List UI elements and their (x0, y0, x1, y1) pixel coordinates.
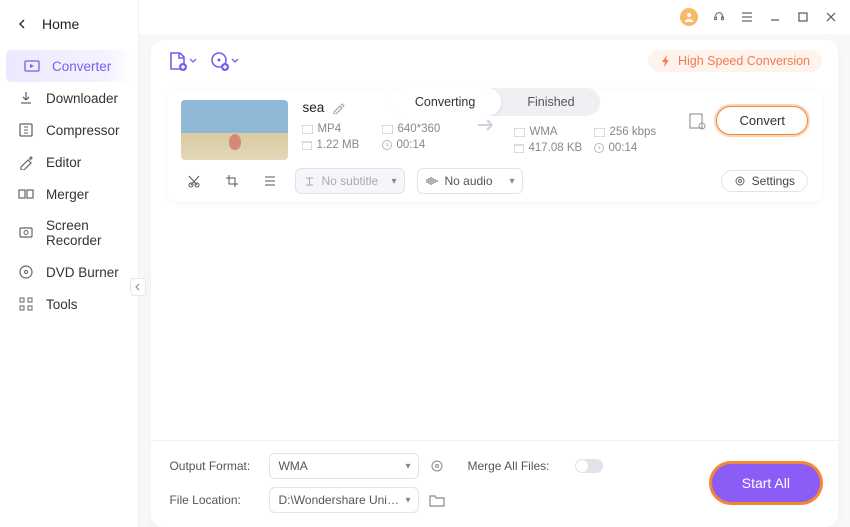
dst-duration: 00:14 (594, 142, 674, 154)
settings-button[interactable]: Settings (721, 170, 808, 192)
convert-button[interactable]: Convert (716, 106, 808, 135)
crop-button[interactable] (219, 170, 245, 192)
subtitle-icon (304, 176, 315, 187)
chevron-down-icon: ▾ (391, 176, 396, 187)
menu-icon[interactable] (740, 10, 754, 24)
sidebar-label: Tools (46, 297, 78, 312)
chevron-down-icon (189, 58, 197, 64)
maximize-button[interactable] (796, 10, 810, 24)
sidebar-item-downloader[interactable]: Downloader (0, 82, 138, 114)
downloader-icon (18, 90, 34, 106)
src-format: MP4 (302, 123, 372, 135)
compressor-icon (18, 122, 34, 138)
chevron-down-icon: ▾ (509, 176, 514, 187)
chevron-down-icon: ▾ (405, 495, 410, 506)
add-dvd-button[interactable] (209, 50, 239, 72)
chevron-left-icon (135, 283, 141, 291)
add-file-icon (167, 50, 189, 72)
minimize-button[interactable] (768, 10, 782, 24)
audio-select[interactable]: No audio ▾ (417, 168, 523, 194)
sidebar-label: Downloader (46, 91, 118, 106)
output-settings-button[interactable] (688, 112, 706, 130)
trim-button[interactable] (181, 170, 207, 192)
back-icon (18, 19, 28, 29)
lightning-icon (660, 55, 672, 67)
file-name: sea (302, 100, 324, 115)
dst-format: WMA (514, 126, 584, 138)
dvd-icon (18, 264, 34, 280)
sidebar-item-tools[interactable]: Tools (0, 288, 138, 320)
output-format-label: Output Format: (169, 459, 261, 473)
sidebar-label: Converter (52, 59, 111, 74)
merger-icon (18, 186, 34, 202)
footer: Output Format: WMA ▾ Merge All Files: St… (151, 440, 838, 527)
tab-finished[interactable]: Finished (501, 88, 600, 116)
close-button[interactable] (824, 10, 838, 24)
sidebar-item-screen-recorder[interactable]: Screen Recorder (0, 210, 138, 256)
merge-label: Merge All Files: (467, 459, 567, 473)
start-all-button[interactable]: Start All (712, 464, 820, 502)
more-button[interactable] (257, 170, 283, 192)
arrow-icon (476, 118, 500, 132)
sidebar-label: Compressor (46, 123, 120, 138)
output-format-select[interactable]: WMA ▾ (269, 453, 419, 479)
src-resolution: 640*360 (382, 123, 462, 135)
sidebar-label: Merger (46, 187, 89, 202)
src-duration: 00:14 (382, 139, 462, 151)
src-size: 1.22 MB (302, 139, 372, 151)
tab-switcher: Converting Finished (389, 88, 601, 116)
support-icon[interactable] (712, 10, 726, 24)
tab-converting[interactable]: Converting (389, 88, 501, 116)
file-location-select[interactable]: D:\Wondershare UniConverter 1 ▾ (269, 487, 419, 513)
editor-icon (18, 154, 34, 170)
sidebar-label: Screen Recorder (46, 218, 120, 248)
dst-bitrate: 256 kbps (594, 126, 674, 138)
sidebar-collapse-button[interactable] (130, 278, 146, 296)
user-avatar[interactable] (680, 8, 698, 26)
file-location-label: File Location: (169, 493, 261, 507)
chevron-down-icon (231, 58, 239, 64)
high-speed-toggle[interactable]: High Speed Conversion (648, 50, 822, 72)
format-settings-button[interactable] (429, 458, 459, 474)
video-thumbnail[interactable] (181, 100, 288, 160)
tools-icon (18, 296, 34, 312)
titlebar (139, 0, 850, 34)
home-nav[interactable]: Home (0, 6, 138, 42)
merge-toggle[interactable] (575, 459, 603, 473)
sidebar: Home Converter Downloader Compressor Edi… (0, 0, 139, 527)
dst-size: 417.08 KB (514, 142, 584, 154)
edit-name-button[interactable] (332, 101, 345, 114)
converter-icon (24, 58, 40, 74)
home-label: Home (42, 16, 79, 32)
gear-icon (734, 175, 746, 187)
add-file-button[interactable] (167, 50, 197, 72)
sidebar-label: Editor (46, 155, 81, 170)
open-folder-button[interactable] (429, 493, 459, 507)
sidebar-item-editor[interactable]: Editor (0, 146, 138, 178)
sidebar-item-dvd-burner[interactable]: DVD Burner (0, 256, 138, 288)
sidebar-item-merger[interactable]: Merger (0, 178, 138, 210)
sidebar-item-converter[interactable]: Converter (6, 50, 132, 82)
add-disc-icon (209, 50, 231, 72)
sidebar-item-compressor[interactable]: Compressor (0, 114, 138, 146)
audio-icon (426, 176, 438, 186)
subtitle-select[interactable]: No subtitle ▾ (295, 168, 405, 194)
screen-recorder-icon (18, 225, 34, 241)
chevron-down-icon: ▾ (405, 461, 410, 472)
sidebar-label: DVD Burner (46, 265, 119, 280)
